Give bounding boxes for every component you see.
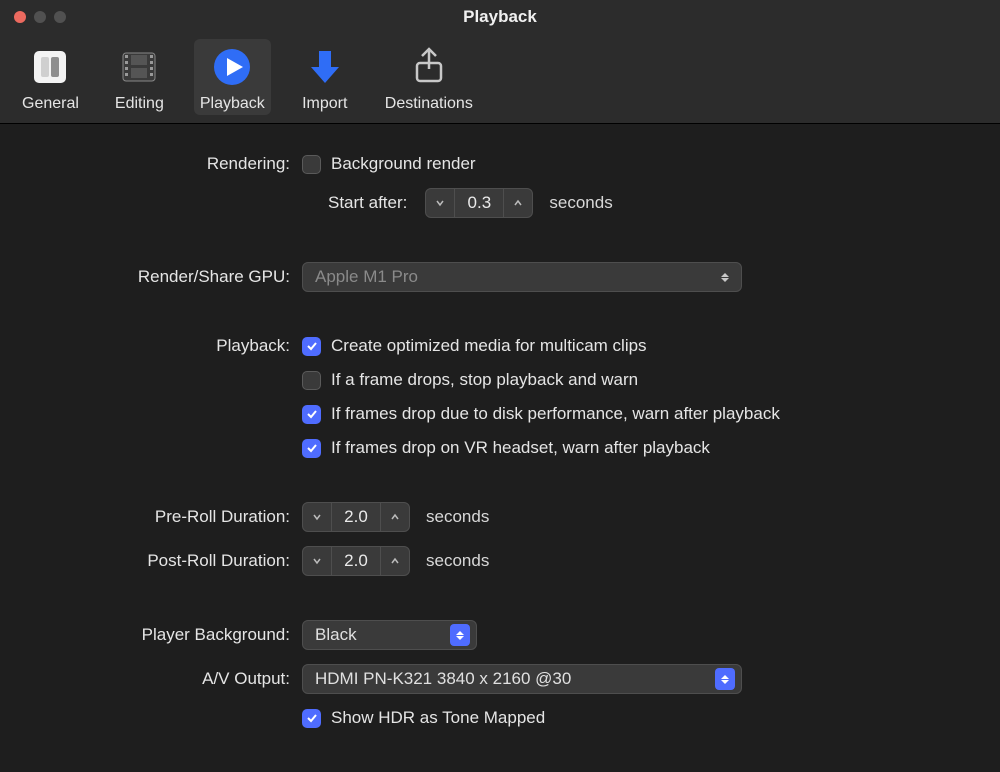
stepper-value[interactable]: 0.3 [454,189,504,217]
label-playback: Playback: [20,336,302,356]
tab-label: Playback [200,95,265,113]
label-player-bg: Player Background: [20,625,302,645]
stepper-increment[interactable] [381,547,409,575]
checkbox-disk-warn[interactable] [302,405,321,424]
stepper-decrement[interactable] [303,503,331,531]
popup-render-gpu[interactable]: Apple M1 Pro [302,262,742,292]
traffic-lights [0,11,66,23]
stepper-increment[interactable] [381,503,409,531]
arrow-down-icon [301,43,349,91]
label-start-after: Start after: [328,193,407,213]
label-preroll: Pre-Roll Duration: [20,507,302,527]
play-circle-icon [208,43,256,91]
label-vr-warn: If frames drop on VR headset, warn after… [331,438,710,458]
checkbox-framedrop-stop[interactable] [302,371,321,390]
stepper-preroll[interactable]: 2.0 [302,502,410,532]
close-window-button[interactable] [14,11,26,23]
stepper-increment[interactable] [504,189,532,217]
filmstrip-icon [115,43,163,91]
checkbox-hdr-tone-mapped[interactable] [302,709,321,728]
stepper-value[interactable]: 2.0 [331,503,381,531]
label-seconds: seconds [549,193,612,213]
label-hdr-tone-mapped: Show HDR as Tone Mapped [331,708,545,728]
prefs-content: Rendering: Background render Start after… [0,124,1000,772]
window-titlebar: Playback [0,0,1000,33]
stepper-postroll[interactable]: 2.0 [302,546,410,576]
chevron-updown-icon [715,266,735,288]
label-seconds: seconds [426,507,489,527]
checkbox-multicam[interactable] [302,337,321,356]
stepper-value[interactable]: 2.0 [331,547,381,575]
slider-switch-icon [26,43,74,91]
label-disk-warn: If frames drop due to disk performance, … [331,404,780,424]
prefs-toolbar: General Editing Playback [0,33,1000,124]
label-gpu: Render/Share GPU: [20,267,302,287]
tab-label: Destinations [385,95,473,113]
tab-label: Import [302,95,347,113]
label-seconds: seconds [426,551,489,571]
tab-general[interactable]: General [16,39,85,115]
zoom-window-button[interactable] [54,11,66,23]
popup-player-bg[interactable]: Black [302,620,477,650]
stepper-decrement[interactable] [426,189,454,217]
chevron-updown-icon [715,668,735,690]
label-multicam: Create optimized media for multicam clip… [331,336,647,356]
tab-editing[interactable]: Editing [109,39,170,115]
chevron-updown-icon [450,624,470,646]
label-av-output: A/V Output: [20,669,302,689]
tab-label: Editing [115,95,164,113]
stepper-decrement[interactable] [303,547,331,575]
label-background-render: Background render [331,154,476,174]
label-framedrop-stop: If a frame drops, stop playback and warn [331,370,638,390]
popup-av-output[interactable]: HDMI PN-K321 3840 x 2160 @30 [302,664,742,694]
popup-value: Apple M1 Pro [315,267,418,287]
checkbox-vr-warn[interactable] [302,439,321,458]
share-icon [405,43,453,91]
minimize-window-button[interactable] [34,11,46,23]
popup-value: HDMI PN-K321 3840 x 2160 @30 [315,669,571,689]
tab-destinations[interactable]: Destinations [379,39,479,115]
tab-import[interactable]: Import [295,39,355,115]
tab-playback[interactable]: Playback [194,39,271,115]
checkbox-background-render[interactable] [302,155,321,174]
popup-value: Black [315,625,357,645]
tab-label: General [22,95,79,113]
window-title: Playback [0,7,1000,27]
label-rendering: Rendering: [20,154,302,174]
label-postroll: Post-Roll Duration: [20,551,302,571]
stepper-start-after[interactable]: 0.3 [425,188,533,218]
